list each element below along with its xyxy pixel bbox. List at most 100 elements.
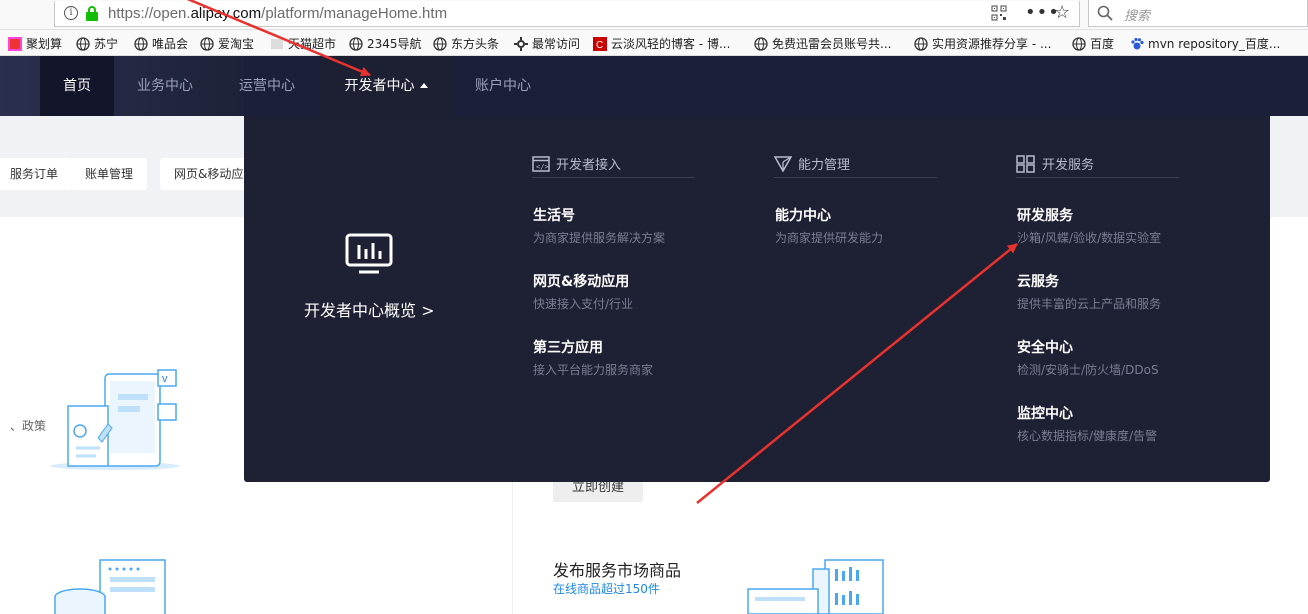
side-text: 、政策 (10, 419, 47, 433)
bookmark-label: 天猫超市 (288, 37, 337, 51)
bookmark-item[interactable]: 天猫超市 (270, 35, 336, 52)
menu-item-rd-services[interactable]: 研发服务 (1017, 205, 1073, 225)
bookmark-label: 百度 (1090, 37, 1115, 51)
bookmark-item[interactable]: 最常访问 (514, 35, 580, 52)
globe-icon (1072, 36, 1086, 51)
menu-item-third-party-app[interactable]: 第三方应用 (533, 337, 603, 357)
divider (512, 482, 513, 614)
menu-item-capability-center[interactable]: 能力中心 (775, 205, 831, 225)
column-heading-label: 开发服务 (1042, 158, 1095, 173)
bookmark-item[interactable]: 苏宁 (76, 35, 118, 52)
globe-icon (433, 36, 447, 51)
menu-item-desc: 检测/安骑士/防火墙/DDoS (1017, 363, 1159, 377)
lock-icon (86, 6, 98, 21)
url-text[interactable]: https://open.alipay.com/platform/manageH… (108, 5, 447, 22)
globe-icon (200, 36, 214, 51)
globe-icon (76, 36, 90, 51)
paper-plane-icon (774, 155, 792, 172)
grid-icon (1016, 154, 1035, 173)
nav-developer-label: 开发者中心 (344, 78, 415, 94)
browser-toolbar: i https://open.alipay.com/platform/manag… (0, 0, 1308, 30)
bookmark-label: 2345导航 (367, 37, 422, 51)
bookmark-item[interactable]: C 云淡风轻的博客 - 博... (593, 35, 730, 52)
menu-item-desc: 核心数据指标/健康度/告警 (1017, 429, 1158, 443)
nav-home[interactable]: 首页 (40, 56, 114, 116)
bookmark-item[interactable]: 东方头条 (433, 35, 499, 52)
bookmark-item[interactable]: 免费迅雷会员账号共... (754, 35, 891, 52)
mobile-app-illustration: v (50, 369, 180, 470)
svg-text:v: v (162, 373, 168, 385)
bookmark-item[interactable]: 实用资源推荐分享 - ... (914, 35, 1051, 52)
bookmark-star-icon[interactable]: ☆ (1054, 2, 1070, 23)
site-top-nav: 首页 业务中心 运营中心 开发者中心 账户中心 (0, 56, 1308, 116)
bookmark-item[interactable]: 唯品会 (134, 35, 188, 52)
bookmark-label: 聚划算 (26, 37, 63, 51)
globe-icon (134, 36, 148, 51)
csdn-icon: C (593, 36, 607, 51)
globe-icon (349, 36, 363, 51)
analytics-illustration (747, 559, 884, 614)
gear-icon (514, 36, 528, 51)
bookmark-item[interactable]: 爱淘宝 (200, 35, 254, 52)
search-icon (1097, 5, 1113, 21)
code-window-icon: </> (532, 155, 550, 172)
url-domain: alipay.com (190, 5, 262, 22)
bookmark-label: 东方头条 (451, 37, 500, 51)
qr-code-icon[interactable] (991, 5, 1007, 21)
nav-gradient (0, 56, 244, 116)
pill-bill-management[interactable]: 账单管理 (71, 158, 148, 190)
bookmark-label: 爱淘宝 (218, 37, 255, 51)
globe-icon (914, 36, 928, 51)
menu-item-desc: 接入平台能力服务商家 (533, 363, 654, 377)
database-illustration (54, 559, 166, 614)
bookmark-label: 苏宁 (94, 37, 119, 51)
pill-service-orders[interactable]: 服务订单 (0, 158, 73, 190)
menu-item-desc: 为商家提供研发能力 (775, 231, 884, 245)
baidu-paw-icon (1131, 37, 1144, 49)
nav-developer-center[interactable]: 开发者中心 (320, 56, 452, 116)
bookmark-item[interactable]: 2345导航 (349, 35, 422, 52)
publish-market-title[interactable]: 发布服务市场商品 (553, 557, 681, 581)
bookmark-label: mvn repository_百度... (1148, 37, 1281, 51)
nav-account-center[interactable]: 账户中心 (462, 56, 544, 116)
menu-item-web-mobile-app[interactable]: 网页&移动应用 (533, 271, 629, 291)
bookmark-label: 实用资源推荐分享 - ... (932, 37, 1052, 51)
menu-item-desc: 沙箱/风蝶/验收/数据实验室 (1017, 231, 1162, 245)
menu-item-cloud-services[interactable]: 云服务 (1017, 271, 1059, 291)
developer-overview-link[interactable]: 开发者中心概览 > (304, 297, 435, 321)
bookmark-label: 云淡风轻的博客 - 博... (611, 37, 731, 51)
column-heading-label: 能力管理 (798, 158, 851, 173)
search-box[interactable] (1088, 0, 1308, 27)
tmall-icon (271, 38, 283, 49)
caret-up-icon (419, 83, 428, 88)
pill-web-mobile[interactable]: 网页&移动应 (160, 158, 246, 190)
juhuasuan-icon (8, 36, 22, 51)
url-prefix: https://open. (108, 5, 191, 22)
nav-operations-center[interactable]: 运营中心 (226, 56, 308, 116)
nav-business-center[interactable]: 业务中心 (124, 56, 206, 116)
svg-text:C: C (596, 40, 603, 51)
menu-item-desc: 为商家提供服务解决方案 (533, 231, 666, 245)
menu-item-desc: 提供丰富的云上产品和服务 (1017, 297, 1162, 311)
url-path: /platform/manageHome.htm (261, 5, 448, 22)
search-placeholder: 搜索 (1124, 9, 1151, 24)
bookmark-label: 唯品会 (152, 37, 189, 51)
bookmark-item[interactable]: mvn repository_百度... (1130, 35, 1280, 52)
column-heading-developer-access: </> 开发者接入 (532, 150, 695, 178)
column-heading-capability-mgmt: 能力管理 (774, 150, 937, 178)
dashboard-monitor-icon[interactable] (345, 233, 393, 275)
bookmarks-bar: 聚划算 苏宁 唯品会 爱淘宝 天猫超市 2345导航 东方头条 最常访问 C 云淡… (0, 30, 1308, 56)
menu-item-monitoring-center[interactable]: 监控中心 (1017, 403, 1073, 423)
menu-item-desc: 快速接入支付/行业 (533, 297, 634, 311)
bookmark-label: 最常访问 (532, 37, 581, 51)
column-heading-label: 开发者接入 (556, 158, 622, 173)
svg-text:</>: </> (536, 163, 549, 171)
bookmark-item[interactable]: 聚划算 (8, 35, 62, 52)
bookmark-label: 免费迅雷会员账号共... (772, 37, 892, 51)
column-heading-dev-services: 开发服务 (1016, 150, 1179, 178)
menu-item-life-account[interactable]: 生活号 (533, 205, 575, 225)
menu-item-security-center[interactable]: 安全中心 (1017, 337, 1073, 357)
publish-market-subtitle[interactable]: 在线商品超过150件 (553, 580, 660, 597)
bookmark-item[interactable]: 百度 (1072, 35, 1114, 52)
info-icon[interactable]: i (64, 6, 78, 20)
